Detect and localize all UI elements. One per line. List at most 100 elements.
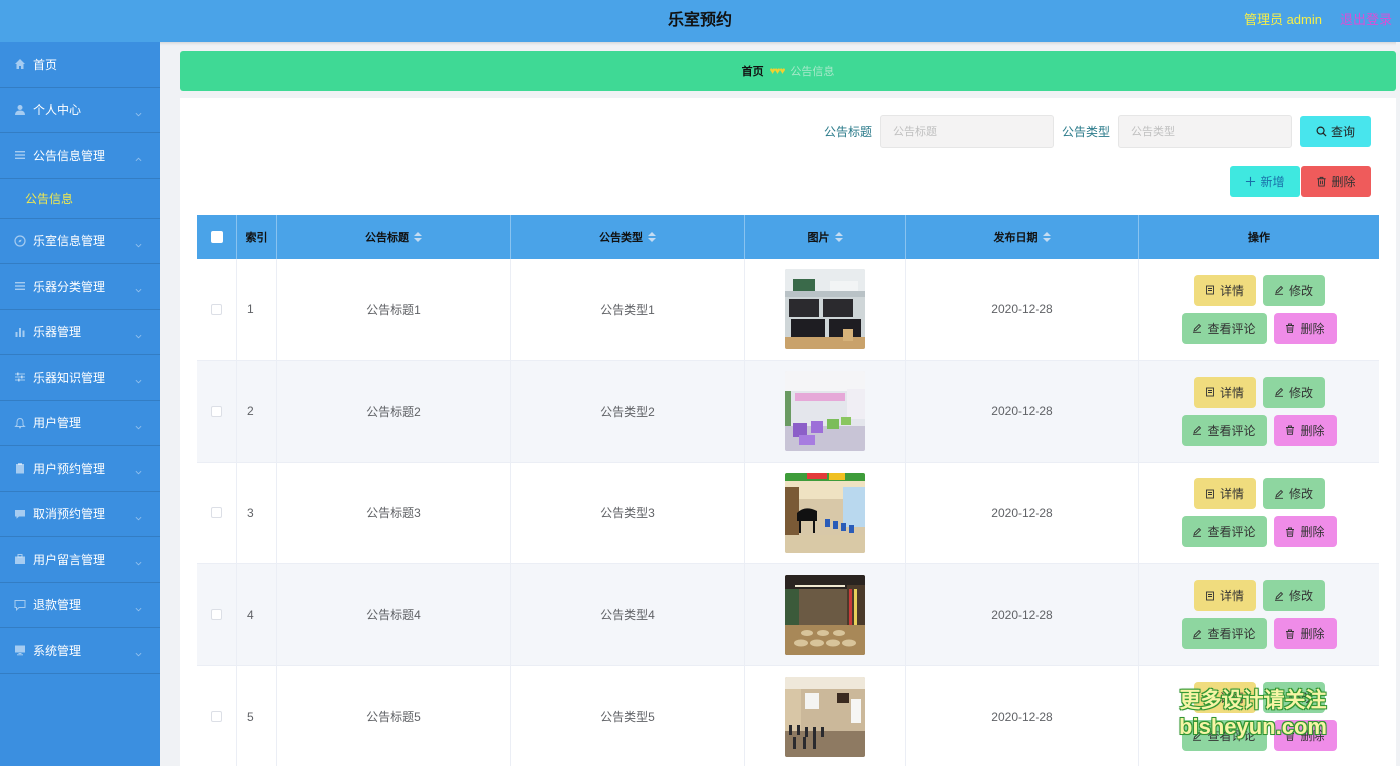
edit-button[interactable]: 修改 [1262,478,1325,510]
view-comments-button[interactable]: 查看评论 [1181,312,1267,344]
sidebar-item-instrument-management[interactable]: 乐器管理 [0,310,160,355]
view-comments-button-label: 查看评论 [1207,423,1256,438]
column-header-title[interactable]: 公告标题 [277,215,511,259]
sidebar-item-label: 乐器管理 [33,325,82,340]
edit-button-label: 修改 [1288,487,1313,502]
sidebar-item-user-message[interactable]: 用户留言管理 [0,537,160,583]
row-type: 公告类型4 [511,564,745,666]
sidebar-item-personal-center[interactable]: 个人中心 [0,88,160,133]
row-title: 公告标题3 [277,462,511,564]
row-checkbox[interactable] [211,507,222,519]
sidebar-item-label: 用户留言管理 [33,552,106,567]
list-icon [13,149,26,162]
select-all-checkbox[interactable] [210,231,223,243]
row-index: 3 [237,462,277,564]
sidebar-item-room-management[interactable]: 乐室信息管理 [0,219,160,264]
row-type: 公告类型3 [511,462,745,564]
delete-button[interactable]: 删除 [1273,414,1337,446]
row-date: 2020-12-28 [906,666,1139,766]
detail-button-label: 详情 [1219,487,1244,502]
action-bar: 新增 删除 [1230,166,1371,197]
edit-button[interactable]: 修改 [1262,376,1325,408]
bulk-delete-button[interactable]: 删除 [1301,166,1371,197]
column-header-image[interactable]: 图片 [745,215,906,259]
row-checkbox[interactable] [211,405,222,417]
detail-button[interactable]: 详情 [1193,478,1256,510]
logout-link[interactable]: 退出登录 [1340,0,1392,40]
sidebar-item-home[interactable]: 首页 [0,42,160,88]
sort-icon[interactable] [648,232,656,242]
sidebar-item-instrument-category[interactable]: 乐器分类管理 [0,264,160,310]
type-search-input[interactable] [1118,115,1292,148]
row-checkbox[interactable] [211,609,222,621]
sidebar-item-user-booking[interactable]: 用户预约管理 [0,446,160,492]
chevron-down-icon [135,238,142,248]
detail-button[interactable]: 详情 [1193,580,1256,612]
notice-image[interactable] [785,269,865,350]
top-header: 乐室预约 管理员 admin 退出登录 [0,0,1400,42]
notice-image[interactable] [785,574,865,655]
column-header-label: 公告类型 [599,232,643,244]
edit-button[interactable]: 修改 [1262,580,1325,612]
edit-button[interactable]: 修改 [1262,274,1325,306]
breadcrumb-home[interactable]: 首页 [742,63,764,79]
edit-icon [1274,489,1284,499]
column-header-label: 发布日期 [993,232,1038,244]
sidebar-item-label: 公告信息管理 [33,148,106,163]
sidebar-item-instrument-knowledge[interactable]: 乐器知识管理 [0,355,160,401]
edit-icon [1274,591,1284,601]
chevron-down-icon [135,107,142,117]
home-icon [13,58,26,71]
detail-button[interactable]: 详情 [1193,376,1256,408]
table-header: 索引 公告标题 公告类型 图片 发布日期 操作 [197,215,1379,259]
sort-icon[interactable] [1042,232,1051,242]
sort-icon[interactable] [834,232,843,242]
edit-button-label: 修改 [1288,385,1313,400]
delete-button[interactable]: 删除 [1273,618,1337,650]
page-scrollbar[interactable] [1396,42,1400,766]
row-title: 公告标题2 [277,360,511,462]
notice-image[interactable] [785,472,865,553]
table-row: 3 公告标题3 公告类型3 2020-12-28 详情 修改 查看评论 删除 [197,462,1379,565]
sidebar-item-user-management[interactable]: 用户管理 [0,401,160,446]
chevron-up-icon [135,152,142,162]
heart-separator-icon: ♥♥♥ [769,65,786,77]
sort-icon[interactable] [414,232,422,242]
notice-image[interactable] [785,371,865,452]
watermark-line-1: 更多设计请关注 [1179,689,1327,712]
sidebar-item-label: 取消预约管理 [33,507,106,522]
sidebar-item-system[interactable]: 系统管理 [0,628,160,674]
chat-icon [13,598,26,611]
detail-button-label: 详情 [1219,589,1244,604]
user-icon [13,103,26,116]
edit-icon [1193,426,1202,435]
chevron-down-icon [135,329,142,339]
column-header-date[interactable]: 发布日期 [906,215,1139,259]
detail-button[interactable]: 详情 [1193,274,1256,306]
compass-icon [13,234,26,247]
notice-image[interactable] [785,676,865,757]
sidebar-subitem-notice[interactable]: 公告信息 [0,178,160,219]
row-checkbox[interactable] [211,303,222,315]
column-header-type[interactable]: 公告类型 [511,215,745,259]
plus-icon [1246,176,1256,187]
breadcrumb-current: 公告信息 [790,66,835,78]
delete-button[interactable]: 删除 [1273,516,1337,548]
view-comments-button-label: 查看评论 [1207,321,1256,336]
delete-button[interactable]: 删除 [1273,312,1337,344]
sidebar-item-notice-management[interactable]: 公告信息管理 [0,133,160,179]
sidebar-item-cancel-booking[interactable]: 取消预约管理 [0,492,160,537]
add-button[interactable]: 新增 [1230,166,1300,197]
title-search-input[interactable] [879,115,1054,148]
sidebar-item-refund[interactable]: 退款管理 [0,583,160,628]
trash-icon [1286,527,1295,537]
content-card: 公告标题 公告类型 查询 新增 删除 索引 公告标题 公告类型 图片 发布日期 … [180,98,1396,766]
sidebar-item-label: 个人中心 [33,103,82,118]
view-comments-button[interactable]: 查看评论 [1181,618,1267,650]
view-comments-button[interactable]: 查看评论 [1181,414,1267,446]
view-comments-button[interactable]: 查看评论 [1181,516,1267,548]
clipboard-icon [13,462,26,475]
row-checkbox[interactable] [211,711,222,723]
bulk-delete-button-label: 删除 [1331,175,1356,189]
query-button[interactable]: 查询 [1300,116,1371,147]
